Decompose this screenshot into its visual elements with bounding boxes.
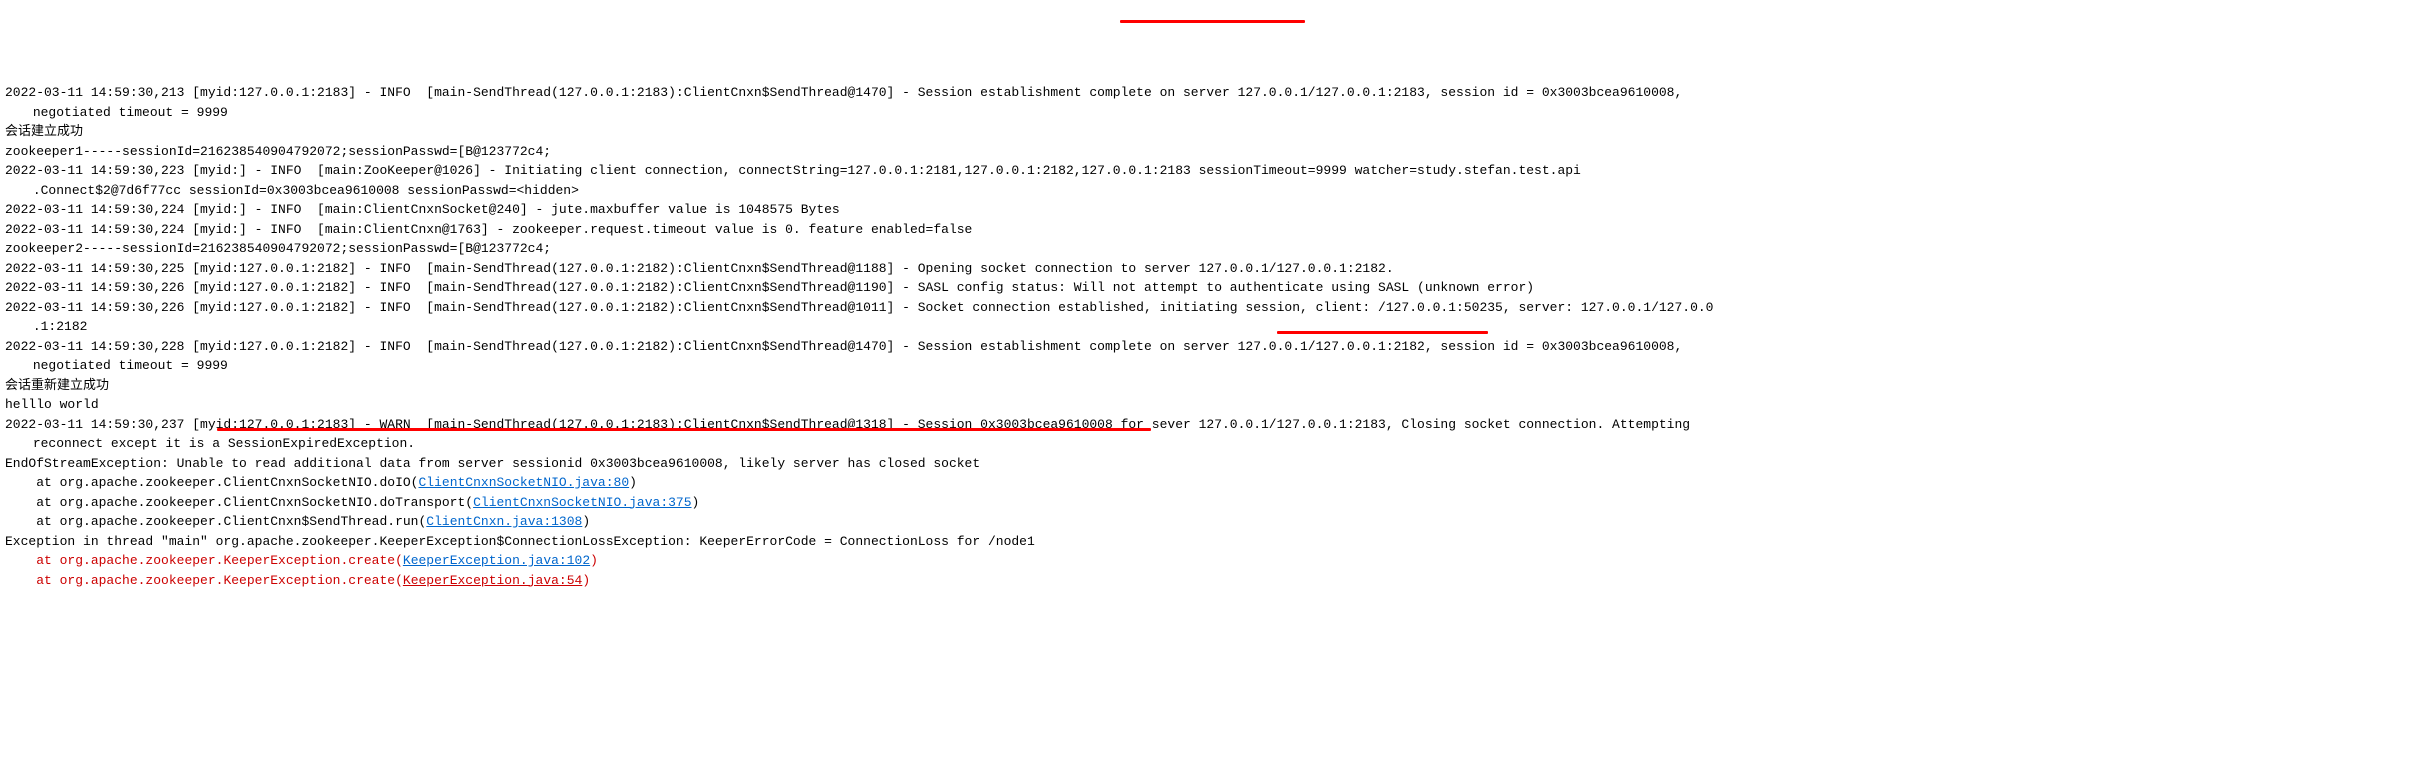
- stack-prefix: at org.apache.zookeeper.ClientCnxn$SendT…: [5, 514, 426, 529]
- log-line-17: helllo world: [5, 395, 2430, 415]
- exception-line: Exception in thread "main" org.apache.zo…: [5, 532, 2430, 552]
- stack-suffix: ): [582, 573, 590, 588]
- stack-trace-line-3: at org.apache.zookeeper.ClientCnxn$SendT…: [5, 512, 2430, 532]
- stack-prefix: at org.apache.zookeeper.ClientCnxnSocket…: [5, 475, 418, 490]
- stack-suffix: ): [692, 495, 700, 510]
- stack-trace-line-4: at org.apache.zookeeper.KeeperException.…: [5, 551, 2430, 571]
- log-line-14: 2022-03-11 14:59:30,228 [myid:127.0.0.1:…: [5, 337, 2430, 357]
- log-line-3: 会话建立成功: [5, 122, 2430, 142]
- source-link[interactable]: KeeperException.java:102: [403, 553, 590, 568]
- log-line-20: EndOfStreamException: Unable to read add…: [5, 454, 2430, 474]
- annotation-underline-3: [217, 428, 1151, 431]
- stack-trace-line-5: at org.apache.zookeeper.KeeperException.…: [5, 571, 2430, 591]
- log-line-6: .Connect$2@7d6f77cc sessionId=0x3003bcea…: [5, 181, 2430, 201]
- annotation-underline-1: [1120, 20, 1305, 23]
- log-line-2: negotiated timeout = 9999: [5, 103, 2430, 123]
- source-link[interactable]: ClientCnxn.java:1308: [426, 514, 582, 529]
- annotation-underline-2: [1277, 331, 1488, 334]
- stack-prefix: at org.apache.zookeeper.KeeperException.…: [5, 553, 403, 568]
- log-line-10: 2022-03-11 14:59:30,225 [myid:127.0.0.1:…: [5, 259, 2430, 279]
- source-link[interactable]: KeeperException.java:54: [403, 573, 582, 588]
- log-line-19: reconnect except it is a SessionExpiredE…: [5, 434, 2430, 454]
- stack-suffix: ): [629, 475, 637, 490]
- log-line-7: 2022-03-11 14:59:30,224 [myid:] - INFO […: [5, 200, 2430, 220]
- stack-trace-line-1: at org.apache.zookeeper.ClientCnxnSocket…: [5, 473, 2430, 493]
- stack-prefix: at org.apache.zookeeper.KeeperException.…: [5, 573, 403, 588]
- log-line-16: 会话重新建立成功: [5, 376, 2430, 396]
- stack-trace-line-2: at org.apache.zookeeper.ClientCnxnSocket…: [5, 493, 2430, 513]
- log-line-13: .1:2182: [5, 317, 2430, 337]
- log-line-9: zookeeper2-----sessionId=216238540904792…: [5, 239, 2430, 259]
- stack-suffix: ): [582, 514, 590, 529]
- log-line-1: 2022-03-11 14:59:30,213 [myid:127.0.0.1:…: [5, 83, 2430, 103]
- log-line-11: 2022-03-11 14:59:30,226 [myid:127.0.0.1:…: [5, 278, 2430, 298]
- source-link[interactable]: ClientCnxnSocketNIO.java:80: [418, 475, 629, 490]
- stack-suffix: ): [590, 553, 598, 568]
- source-link[interactable]: ClientCnxnSocketNIO.java:375: [473, 495, 691, 510]
- log-line-12: 2022-03-11 14:59:30,226 [myid:127.0.0.1:…: [5, 298, 2430, 318]
- log-line-8: 2022-03-11 14:59:30,224 [myid:] - INFO […: [5, 220, 2430, 240]
- stack-prefix: at org.apache.zookeeper.ClientCnxnSocket…: [5, 495, 473, 510]
- log-line-5: 2022-03-11 14:59:30,223 [myid:] - INFO […: [5, 161, 2430, 181]
- log-line-4: zookeeper1-----sessionId=216238540904792…: [5, 142, 2430, 162]
- log-line-18: 2022-03-11 14:59:30,237 [myid:127.0.0.1:…: [5, 415, 2430, 435]
- log-line-15: negotiated timeout = 9999: [5, 356, 2430, 376]
